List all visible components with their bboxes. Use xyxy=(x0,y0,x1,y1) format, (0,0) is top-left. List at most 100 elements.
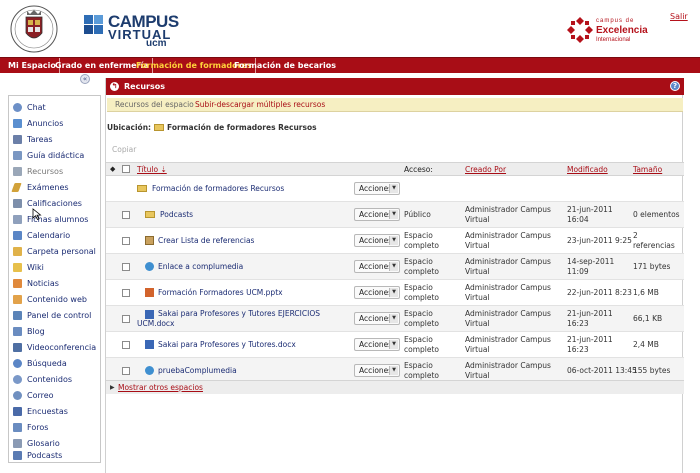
sidebar-item-tareas[interactable]: Tareas xyxy=(13,132,99,147)
row-checkbox[interactable] xyxy=(122,341,130,349)
actions-dropdown[interactable]: Acciones ▼ xyxy=(354,364,400,377)
column-size[interactable]: Tamaño xyxy=(633,163,662,176)
sidebar-item-recursos[interactable]: Recursos xyxy=(13,164,99,179)
actions-dropdown[interactable]: Acciones ▼ xyxy=(354,260,400,273)
subnav-upload-download[interactable]: Subir-descargar múltiples recursos xyxy=(195,98,325,112)
sidebar-item-foros[interactable]: Foros xyxy=(13,420,99,435)
tool-title-bar: ↰ Recursos ? xyxy=(106,78,684,95)
expand-collapse-icon[interactable]: ◆ xyxy=(110,163,115,176)
actions-label: Acciones xyxy=(359,288,393,297)
resource-name[interactable]: Podcasts xyxy=(160,210,360,220)
actions-dropdown[interactable]: Acciones ▼ xyxy=(354,338,400,351)
sidebar-item-noticias[interactable]: Noticias xyxy=(13,276,99,291)
modified-value: 22-jun-2011 8:23 xyxy=(567,288,632,297)
resource-name[interactable]: Enlace a complumedia xyxy=(158,262,358,272)
reset-arrow-icon[interactable]: ↰ xyxy=(110,82,119,91)
sidebar-item-carpeta-personal[interactable]: Carpeta personal xyxy=(13,244,99,259)
glossary-icon xyxy=(13,439,22,448)
modified-value: 23-jun-2011 9:25 xyxy=(567,236,632,245)
access-line-2: completo xyxy=(404,345,440,354)
actions-dropdown[interactable]: Acciones ▼ xyxy=(354,312,400,325)
location-breadcrumb: Ubicación: Formación de formadores Recurs… xyxy=(107,123,317,132)
modified-line-2: 16:23 xyxy=(567,345,589,354)
mail-icon xyxy=(13,391,22,400)
access-line-1: Espacio xyxy=(404,309,433,318)
access-line-1: Espacio xyxy=(404,335,433,344)
sidebar-item-examenes[interactable]: Exámenes xyxy=(11,180,99,195)
actions-dropdown[interactable]: Acciones ▼ xyxy=(354,208,400,221)
sidebar-item-encuestas[interactable]: Encuestas xyxy=(13,404,99,419)
resource-name[interactable]: Sakai para Profesores y Tutores.docx xyxy=(158,340,358,350)
actions-label: Acciones xyxy=(359,210,393,219)
sidebar-item-calificaciones[interactable]: Calificaciones xyxy=(13,196,99,211)
sidebar-item-calendario[interactable]: Calendario xyxy=(13,228,99,243)
sidebar-item-blog[interactable]: Blog xyxy=(13,324,99,339)
column-title-label: Título xyxy=(137,165,159,174)
resource-name-line-1[interactable]: Sakai para Profesores y Tutores EJERCICI… xyxy=(158,309,358,319)
show-other-spaces-link[interactable]: Mostrar otros espacios xyxy=(118,381,203,395)
column-modified[interactable]: Modificado xyxy=(567,163,608,176)
created-by-line-1: Administrador Campus xyxy=(465,309,551,318)
sidebar-item-label: Contenido web xyxy=(27,295,87,304)
sidebar-item-fichas-alumnos[interactable]: Fichas alumnos xyxy=(13,212,99,227)
word-file-icon xyxy=(145,310,154,319)
wiki-icon xyxy=(13,263,22,272)
sidebar-item-contenidos[interactable]: Contenidos xyxy=(13,372,99,387)
resource-name-line-2[interactable]: UCM.docx xyxy=(137,319,337,329)
table-row: Enlace a complumedia Acciones ▼ Espacio c… xyxy=(106,254,684,280)
access-line-2: completo xyxy=(404,293,440,302)
actions-label: Acciones xyxy=(359,236,393,245)
actions-dropdown[interactable]: Acciones ▼ xyxy=(354,182,400,195)
sidebar-item-label: Correo xyxy=(27,391,54,400)
size-value: 2,4 MB xyxy=(633,340,659,349)
resource-name[interactable]: Crear Lista de referencias xyxy=(158,236,358,246)
access-line-2: completo xyxy=(404,319,440,328)
triangle-right-icon: ▶ xyxy=(110,384,115,391)
actions-dropdown[interactable]: Acciones ▼ xyxy=(354,286,400,299)
logout-link[interactable]: Salir xyxy=(670,12,688,21)
actions-dropdown[interactable]: Acciones ▼ xyxy=(354,234,400,247)
collapse-sidebar-button[interactable]: « xyxy=(80,74,90,84)
size-line-1: 2 xyxy=(633,231,638,240)
modified-line-1: 14-sep-2011 xyxy=(567,257,615,266)
column-created-by[interactable]: Creado Por xyxy=(465,163,506,176)
sidebar-item-wiki[interactable]: Wiki xyxy=(13,260,99,275)
tool-subnav: Recursos del espacio Subir-descargar múl… xyxy=(107,98,683,112)
size-value: 1,6 MB xyxy=(633,288,659,297)
access-line-2: completo xyxy=(404,267,440,276)
ucm-crest-icon xyxy=(10,5,58,53)
root-folder-name[interactable]: Formación de formadores Recursos xyxy=(152,184,352,194)
survey-icon xyxy=(13,407,22,416)
subnav-resources-space[interactable]: Recursos del espacio xyxy=(115,98,194,112)
sidebar-item-podcasts[interactable]: Podcasts xyxy=(13,448,99,463)
sidebar-item-guia-didactica[interactable]: Guía didáctica xyxy=(13,148,99,163)
modified-line-1: 21-jun-2011 xyxy=(567,309,613,318)
web-content-icon xyxy=(13,295,22,304)
site-tab-formacion-becarios[interactable]: Formación de becarios xyxy=(231,58,339,73)
row-checkbox[interactable] xyxy=(122,211,130,219)
header: CAMPUS VIRTUAL ucm campus de Excelencia … xyxy=(0,0,700,57)
chevron-down-icon: ▼ xyxy=(389,340,398,349)
sidebar-item-correo[interactable]: Correo xyxy=(13,388,99,403)
table-row: Crear Lista de referencias Acciones ▼ Esp… xyxy=(106,228,684,254)
select-all-checkbox[interactable] xyxy=(122,165,130,173)
row-checkbox[interactable] xyxy=(122,315,130,323)
resources-tool: ↰ Recursos ? Recursos del espacio Subir-… xyxy=(105,78,684,473)
sidebar-item-anuncios[interactable]: Anuncios xyxy=(13,116,99,131)
resource-name[interactable]: Formación Formadores UCM.pptx xyxy=(158,288,358,298)
sidebar-item-busqueda[interactable]: Búsqueda xyxy=(13,356,99,371)
help-icon[interactable]: ? xyxy=(670,81,680,91)
sidebar-item-contenido-web[interactable]: Contenido web xyxy=(13,292,99,307)
sidebar-item-label: Wiki xyxy=(27,263,44,272)
sidebar-item-chat[interactable]: Chat xyxy=(13,100,99,115)
sidebar-item-panel-control[interactable]: Panel de control xyxy=(13,308,99,323)
row-checkbox[interactable] xyxy=(122,289,130,297)
row-checkbox[interactable] xyxy=(122,263,130,271)
column-title[interactable]: Título ⇣ xyxy=(137,163,167,176)
row-checkbox[interactable] xyxy=(122,367,130,375)
row-checkbox[interactable] xyxy=(122,237,130,245)
resource-name[interactable]: pruebaComplumedia xyxy=(158,366,358,376)
campus-virtual-logo[interactable]: CAMPUS VIRTUAL ucm xyxy=(84,10,184,50)
actions-label: Acciones xyxy=(359,340,393,349)
sidebar-item-videoconferencia[interactable]: Videoconferencia xyxy=(13,340,99,355)
